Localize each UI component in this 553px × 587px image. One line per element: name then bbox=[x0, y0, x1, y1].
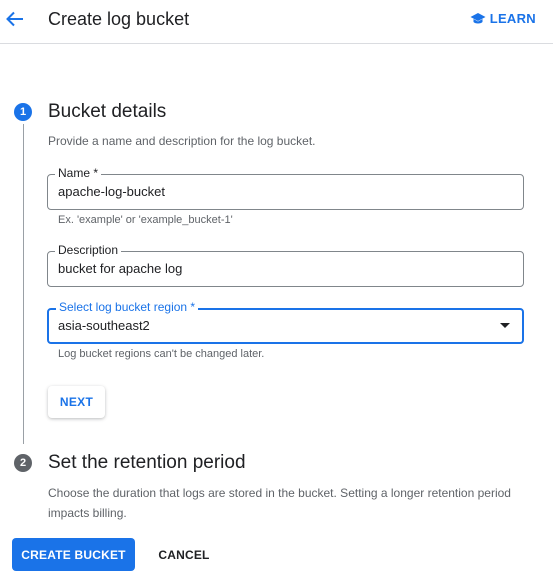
learn-label: LEARN bbox=[489, 11, 536, 26]
cancel-button[interactable]: CANCEL bbox=[149, 538, 219, 571]
arrow-left-icon bbox=[6, 11, 23, 27]
dropdown-arrow-icon[interactable] bbox=[500, 323, 510, 328]
step-1-title: Bucket details bbox=[48, 101, 167, 122]
school-cap-icon bbox=[470, 12, 486, 23]
step-2-indicator: 2 bbox=[14, 454, 32, 472]
description-field-label: Description bbox=[55, 242, 122, 258]
name-field-hint: Ex. 'example' or 'example_bucket-1' bbox=[58, 214, 233, 226]
create-bucket-button[interactable]: CREATE BUCKET bbox=[12, 538, 135, 571]
region-select-hint: Log bucket regions can't be changed late… bbox=[58, 348, 265, 360]
step-1-indicator: 1 bbox=[14, 103, 32, 121]
region-select-value[interactable]: asia-southeast2 bbox=[58, 318, 150, 333]
learn-button[interactable]: LEARN bbox=[470, 11, 536, 26]
stepper-connector bbox=[23, 124, 24, 444]
page-header: Create log bucket LEARN bbox=[0, 0, 553, 44]
description-field[interactable]: Description bucket for apache log bbox=[47, 242, 524, 287]
region-select-label: Select log bucket region * bbox=[56, 299, 199, 315]
back-button[interactable] bbox=[4, 6, 26, 32]
step-2-title: Set the retention period bbox=[48, 452, 246, 473]
description-field-value[interactable]: bucket for apache log bbox=[58, 261, 182, 276]
step-2-description: Choose the duration that logs are stored… bbox=[48, 486, 511, 520]
name-field-value[interactable]: apache-log-bucket bbox=[58, 184, 165, 199]
next-button[interactable]: NEXT bbox=[48, 386, 105, 418]
page-title: Create log bucket bbox=[48, 9, 190, 29]
step-1-description: Provide a name and description for the l… bbox=[48, 134, 316, 148]
name-field[interactable]: Name * apache-log-bucket bbox=[47, 165, 524, 210]
name-field-label: Name * bbox=[55, 165, 102, 181]
region-select[interactable]: Select log bucket region * asia-southeas… bbox=[47, 299, 524, 344]
